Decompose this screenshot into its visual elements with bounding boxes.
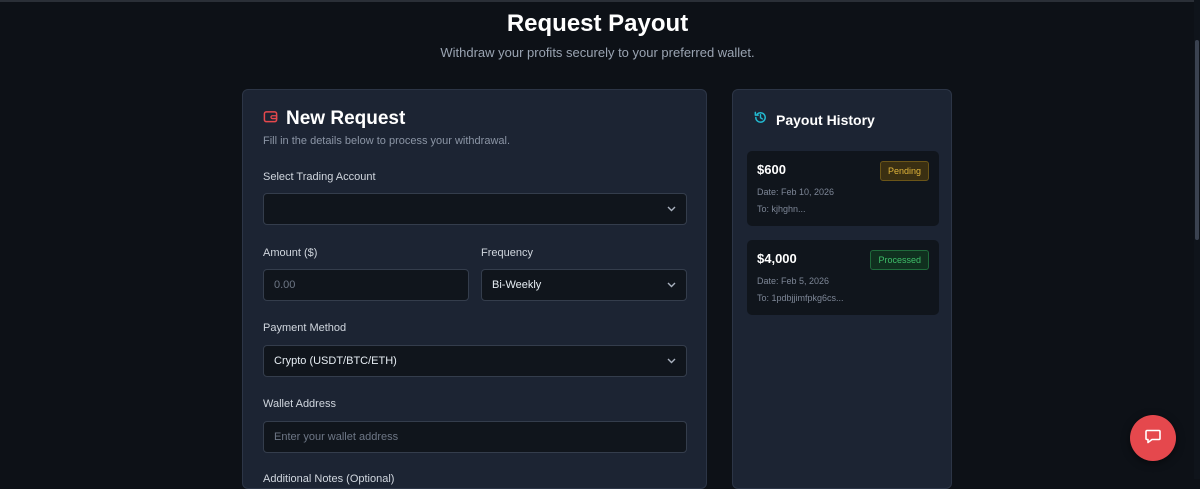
scrollbar-thumb[interactable] [1195, 40, 1199, 240]
payout-date: Date: Feb 5, 2026 [757, 276, 830, 286]
amount-input[interactable]: 0.00 [263, 269, 469, 301]
wallet-address-placeholder: Enter your wallet address [274, 431, 399, 443]
new-request-title: New Request [286, 108, 406, 129]
frequency-select[interactable]: Bi-Weekly [481, 269, 687, 301]
payout-history-card: Payout History $600 Pending Date: Feb 10… [732, 89, 952, 489]
page-title: Request Payout [506, 10, 689, 37]
chat-icon [1144, 427, 1162, 450]
frequency-label: Frequency [481, 247, 533, 259]
new-request-card: New Request Fill in the details below to… [242, 89, 707, 489]
payout-history-item[interactable]: $4,000 Processed Date: Feb 5, 2026 To: 1… [747, 240, 939, 315]
new-request-description: Fill in the details below to process you… [263, 135, 511, 147]
wallet-address-input[interactable]: Enter your wallet address [263, 421, 687, 453]
payout-amount: $4,000 [757, 251, 797, 266]
amount-placeholder: 0.00 [274, 279, 296, 291]
payout-date: Date: Feb 10, 2026 [757, 187, 835, 197]
page-subtitle: Withdraw your profits securely to your p… [440, 45, 755, 60]
frequency-select-value: Bi-Weekly [492, 279, 542, 291]
wallet-address-label: Wallet Address [263, 398, 336, 410]
status-badge: Pending [879, 161, 929, 181]
payout-amount: $600 [757, 162, 786, 177]
amount-label: Amount ($) [263, 247, 318, 259]
payout-history-title: Payout History [776, 112, 875, 128]
top-border [0, 0, 1200, 2]
payout-destination: To: 1pdbjjimfpkg6cs... [757, 293, 844, 303]
payment-method-label: Payment Method [263, 322, 347, 334]
payment-method-select[interactable]: Crypto (USDT/BTC/ETH) [263, 345, 687, 377]
wallet-icon [263, 109, 278, 129]
payment-method-value: Crypto (USDT/BTC/ETH) [274, 355, 397, 367]
status-badge: Processed [870, 250, 929, 270]
chevron-down-icon [666, 280, 676, 290]
history-icon [753, 110, 768, 130]
chevron-down-icon [666, 204, 676, 214]
chevron-down-icon [666, 356, 676, 366]
account-select[interactable] [263, 193, 687, 225]
new-request-header: New Request [263, 108, 405, 130]
payout-destination: To: kjhghn... [757, 204, 806, 214]
account-label: Select Trading Account [263, 171, 376, 183]
notes-label: Additional Notes (Optional) [263, 473, 395, 485]
chat-button[interactable] [1130, 415, 1176, 461]
payout-history-header: Payout History [753, 110, 875, 130]
payout-history-item[interactable]: $600 Pending Date: Feb 10, 2026 To: kjhg… [747, 151, 939, 226]
